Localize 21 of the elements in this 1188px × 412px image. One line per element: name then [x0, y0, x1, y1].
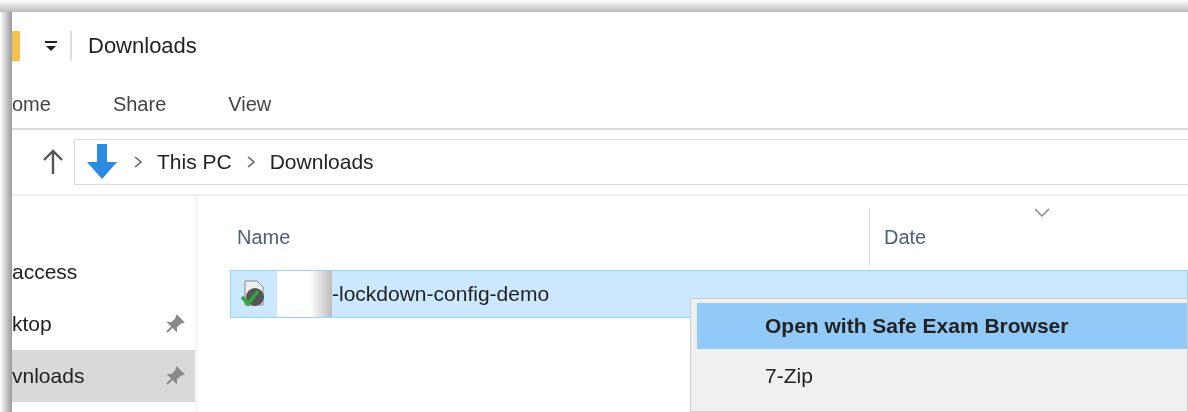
ribbon-tab[interactable]: Share: [82, 92, 199, 116]
breadcrumb[interactable]: Downloads: [269, 150, 374, 174]
menu-item[interactable]: Open with Safe Exam Browser: [697, 303, 1187, 349]
breadcrumb[interactable]: This PC: [157, 150, 232, 174]
download-arrow-icon: [85, 144, 119, 180]
dropdown-icon[interactable]: [44, 39, 58, 53]
nav-item[interactable]: access: [12, 246, 195, 298]
up-arrow-icon[interactable]: [42, 149, 64, 175]
chevron-icon: [133, 155, 143, 169]
window-title: Downloads: [88, 33, 197, 59]
menu-item[interactable]: 7-Zip: [697, 353, 1187, 399]
file-name: -lockdown-config-demo: [332, 282, 550, 306]
folder-icon: [12, 31, 20, 61]
column-header[interactable]: Date: [870, 208, 927, 266]
nav-item[interactable]: vnloads: [12, 350, 195, 402]
column-header[interactable]: Name: [230, 208, 870, 266]
nav-item[interactable]: ktop: [12, 298, 195, 350]
ribbon-tab[interactable]: ome: [12, 92, 83, 116]
chevron-icon: [245, 155, 256, 169]
ribbon-tab[interactable]: View: [198, 92, 304, 116]
address-bar[interactable]: This PC Downloads: [74, 139, 1188, 185]
